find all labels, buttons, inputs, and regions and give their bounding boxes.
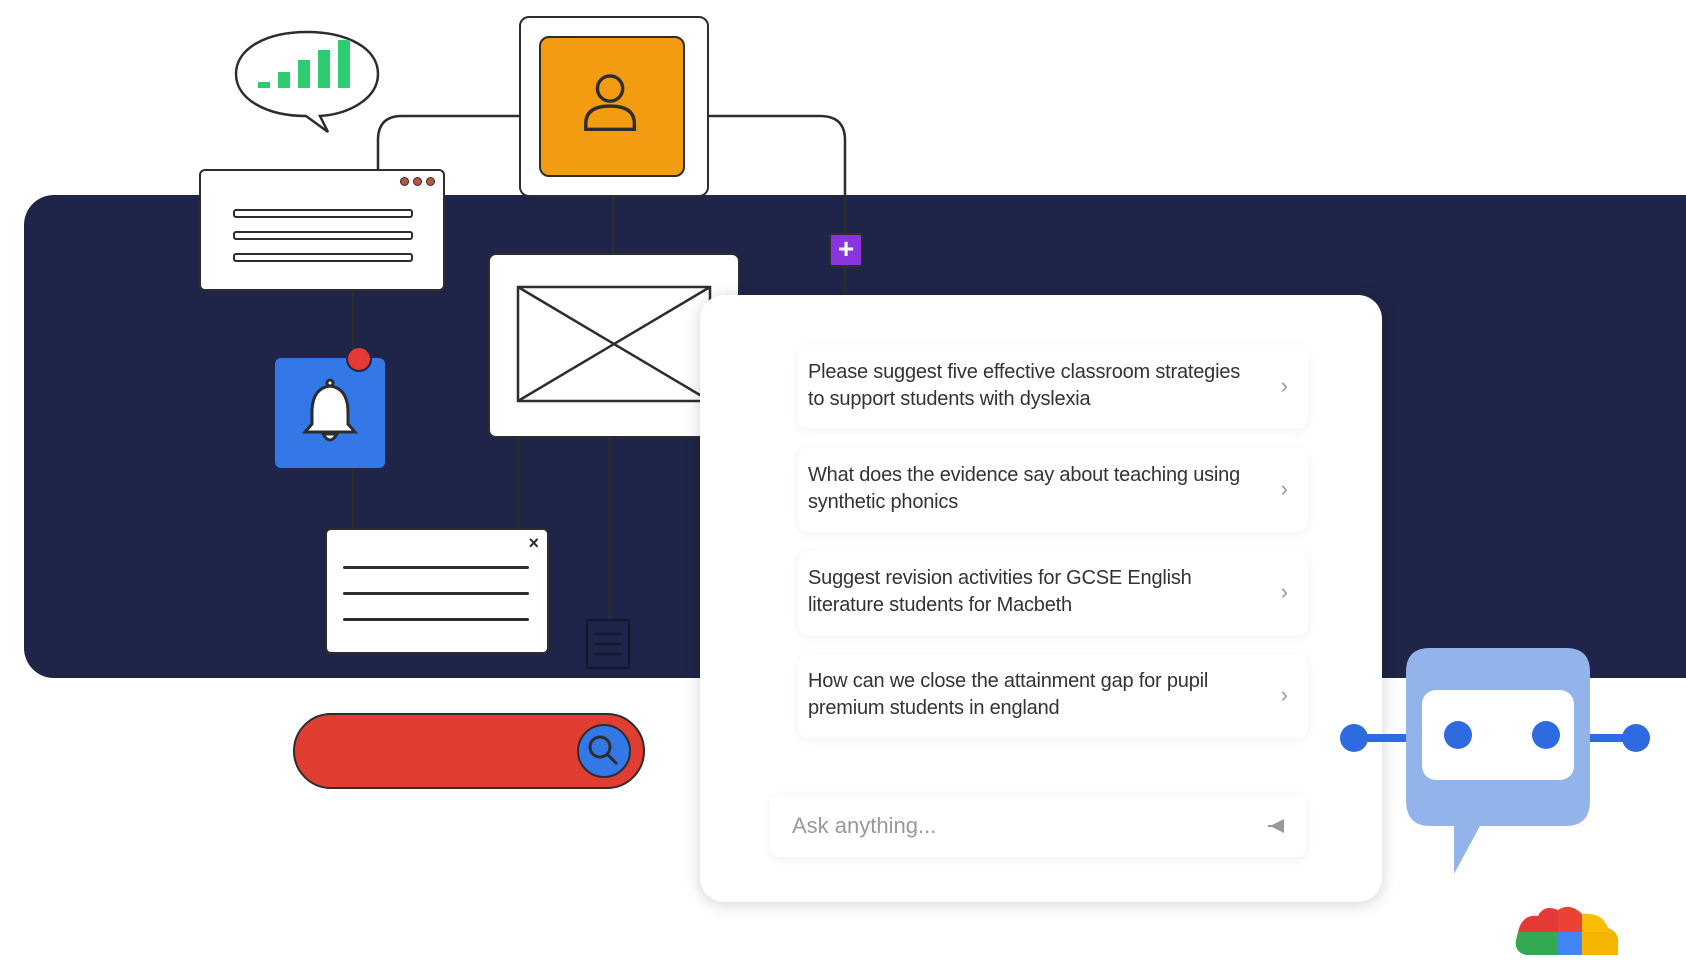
bell-icon: [301, 378, 359, 442]
dialog-card: ×: [325, 528, 549, 654]
text-line: [343, 592, 529, 595]
user-avatar-tile: [539, 36, 685, 177]
suggestion-text: Please suggest five effective classroom …: [808, 361, 1241, 410]
chevron-right-icon: ›: [1280, 373, 1288, 398]
chat-input[interactable]: Ask anything...: [770, 795, 1306, 857]
document-icon: [585, 618, 631, 670]
search-bar[interactable]: [293, 713, 645, 789]
cloud-logo-icon: [1515, 906, 1619, 955]
chatbot-icon: [1340, 648, 1650, 874]
chevron-right-icon: ›: [1280, 682, 1288, 707]
plus-icon[interactable]: +: [829, 233, 863, 267]
notification-badge: [346, 346, 372, 372]
notification-tile: [275, 358, 385, 468]
text-line: [233, 231, 413, 240]
send-icon[interactable]: [1266, 815, 1288, 837]
suggestion-item[interactable]: Please suggest five effective classroom …: [798, 345, 1308, 429]
user-icon: [584, 74, 637, 132]
search-icon: [588, 735, 619, 766]
chat-panel: Please suggest five effective classroom …: [700, 295, 1382, 902]
window-dots-icon: [400, 177, 435, 186]
text-line: [343, 566, 529, 569]
text-line: [343, 618, 529, 621]
signal-bubble: [234, 30, 380, 134]
suggestion-item[interactable]: What does the evidence say about teachin…: [798, 448, 1308, 532]
suggestion-text: What does the evidence say about teachin…: [808, 464, 1241, 513]
text-line: [233, 253, 413, 262]
user-card: [519, 16, 709, 197]
chevron-right-icon: ›: [1280, 476, 1288, 501]
chat-input-placeholder: Ask anything...: [792, 813, 937, 838]
suggestion-item[interactable]: How can we close the attainment gap for …: [798, 654, 1308, 738]
suggestion-item[interactable]: Suggest revision activities for GCSE Eng…: [798, 551, 1308, 635]
close-icon[interactable]: ×: [528, 532, 539, 554]
suggestion-text: How can we close the attainment gap for …: [808, 670, 1209, 719]
suggestion-text: Suggest revision activities for GCSE Eng…: [808, 567, 1192, 616]
text-line: [233, 209, 413, 218]
chevron-right-icon: ›: [1280, 579, 1288, 604]
search-button[interactable]: [577, 724, 631, 778]
browser-window: [199, 169, 445, 291]
